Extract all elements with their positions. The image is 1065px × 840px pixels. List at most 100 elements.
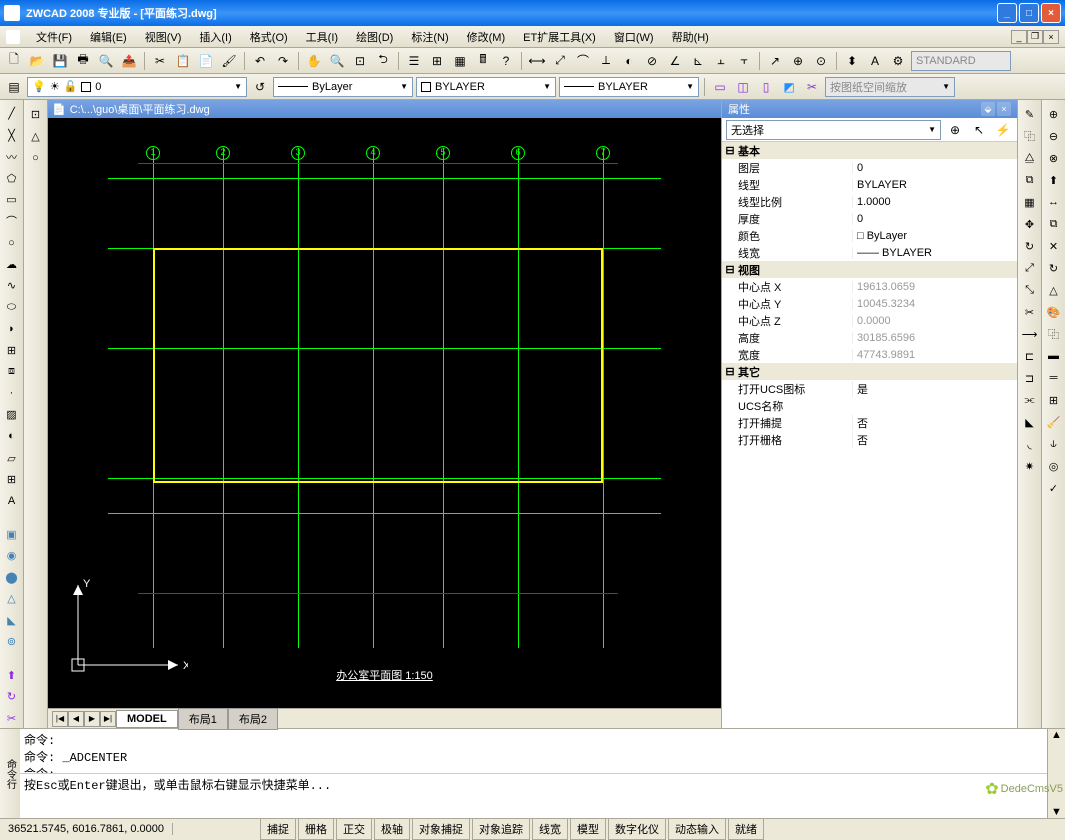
prop-color[interactable]: □ ByLayer — [852, 230, 1017, 242]
properties-titlebar[interactable]: 属性 ⬙ × — [722, 100, 1017, 118]
rotate-icon[interactable]: ↻ — [1020, 236, 1040, 256]
chamfer-icon[interactable]: ◣ — [1020, 412, 1040, 432]
pan-icon[interactable]: ✋ — [304, 51, 324, 71]
layer-dropdown[interactable]: 💡 ☀ 🔓 0 ▼ — [27, 77, 247, 97]
offsetface-icon[interactable]: ⧉ — [1044, 214, 1064, 234]
rectangle-icon[interactable]: ▭ — [2, 190, 22, 210]
scale-icon[interactable]: ⤢ — [1020, 258, 1040, 278]
box-icon[interactable]: ▣ — [2, 525, 22, 545]
separate-icon[interactable]: ⫝ — [1044, 434, 1064, 454]
cut-icon[interactable]: ✂ — [150, 51, 170, 71]
dimedit-icon[interactable]: ⬍ — [842, 51, 862, 71]
array-icon[interactable]: ▦ — [1020, 192, 1040, 212]
maximize-button[interactable]: □ — [1019, 3, 1039, 23]
dim-quick-icon[interactable]: ⊾ — [688, 51, 708, 71]
insert-icon[interactable]: ⊞ — [2, 341, 22, 361]
menu-et[interactable]: ET扩展工具(X) — [515, 27, 604, 47]
break2-icon[interactable]: ⊐ — [1020, 368, 1040, 388]
fillet-icon[interactable]: ◟ — [1020, 434, 1040, 454]
stretch-icon[interactable]: ⤡ — [1020, 280, 1040, 300]
lineweight-dropdown[interactable]: BYLAYER ▼ — [559, 77, 699, 97]
snap-toggle[interactable]: 捕捉 — [260, 818, 296, 840]
dim-style-dropdown[interactable] — [911, 51, 1011, 71]
menu-draw[interactable]: 绘图(D) — [348, 27, 401, 47]
subtract-icon[interactable]: ⊖ — [1044, 126, 1064, 146]
layer-prev-icon[interactable]: ↺ — [250, 77, 270, 97]
copy-icon[interactable]: 📋 — [173, 51, 193, 71]
arc-icon[interactable]: ⌒ — [2, 212, 22, 232]
child-minimize[interactable]: _ — [1011, 30, 1027, 44]
dim-ordinate-icon[interactable]: ⟂ — [596, 51, 616, 71]
dimtedit-icon[interactable]: A — [865, 51, 885, 71]
viewport-clip-icon[interactable]: ✂ — [802, 77, 822, 97]
prop-linetype[interactable]: BYLAYER — [852, 179, 1017, 191]
child-close[interactable]: × — [1043, 30, 1059, 44]
menu-insert[interactable]: 插入(I) — [191, 27, 239, 47]
cylinder-icon[interactable]: ⬤ — [2, 568, 22, 588]
copyface-icon[interactable]: ⿻ — [1044, 324, 1064, 344]
leader-icon[interactable]: ↗ — [765, 51, 785, 71]
adcenter-icon[interactable]: ⊞ — [427, 51, 447, 71]
prop-grid[interactable]: 否 — [852, 432, 1017, 448]
block-icon[interactable]: ⧈ — [2, 362, 22, 382]
cone-icon[interactable]: △ — [2, 589, 22, 609]
tab-first[interactable]: |◀ — [52, 711, 68, 727]
check-icon[interactable]: ✓ — [1044, 478, 1064, 498]
gradient-icon[interactable]: ◐ — [2, 427, 22, 447]
region-icon[interactable]: ▱ — [2, 448, 22, 468]
cmd-scroll-up[interactable]: ▲ — [1051, 729, 1062, 741]
prop-ltscale[interactable]: 1.0000 — [852, 196, 1017, 208]
linetype-dropdown[interactable]: ByLayer ▼ — [273, 77, 413, 97]
prop-snap[interactable]: 否 — [852, 415, 1017, 431]
zoom-win-icon[interactable]: ⊡ — [350, 51, 370, 71]
viewport-icon[interactable]: ▭ — [710, 77, 730, 97]
doc-icon[interactable] — [6, 30, 20, 44]
viewport2-icon[interactable]: ◫ — [733, 77, 753, 97]
rotateface-icon[interactable]: ↻ — [1044, 258, 1064, 278]
prop-lineweight[interactable]: —— BYLAYER — [852, 247, 1017, 259]
revolve-icon[interactable]: ↻ — [2, 687, 22, 707]
hatch-icon[interactable]: ▨ — [2, 405, 22, 425]
moveface-icon[interactable]: ↔ — [1044, 192, 1064, 212]
menu-view[interactable]: 视图(V) — [137, 27, 190, 47]
union-icon[interactable]: ⊕ — [1044, 104, 1064, 124]
tab-next[interactable]: ▶ — [84, 711, 100, 727]
dim-aligned-icon[interactable]: ⤢ — [550, 51, 570, 71]
tablet-toggle[interactable]: 数字化仪 — [608, 818, 666, 840]
undo-icon[interactable]: ↶ — [250, 51, 270, 71]
dyn-toggle[interactable]: 动态输入 — [668, 818, 726, 840]
menu-dimension[interactable]: 标注(N) — [403, 27, 456, 47]
model-toggle[interactable]: 模型 — [570, 818, 606, 840]
lwt-toggle[interactable]: 线宽 — [532, 818, 568, 840]
menu-modify[interactable]: 修改(M) — [459, 27, 514, 47]
tab-prev[interactable]: ◀ — [68, 711, 84, 727]
spline-icon[interactable]: ∿ — [2, 276, 22, 296]
preview-icon[interactable]: 🔍 — [96, 51, 116, 71]
zoom-rt-icon[interactable]: 🔍 — [327, 51, 347, 71]
osnap-toggle[interactable]: 对象捕捉 — [412, 818, 470, 840]
sphere-icon[interactable]: ◉ — [2, 546, 22, 566]
menu-window[interactable]: 窗口(W) — [606, 27, 662, 47]
minimize-button[interactable]: _ — [997, 3, 1017, 23]
toolpalettes-icon[interactable]: ▦ — [450, 51, 470, 71]
command-input[interactable]: 按Esc或Enter键退出，或单击鼠标右键显示快捷菜单... — [20, 773, 1047, 818]
dim-arc-icon[interactable]: ⌒ — [573, 51, 593, 71]
dim-linear-icon[interactable]: ⟷ — [527, 51, 547, 71]
copyedge-icon[interactable]: ═ — [1044, 368, 1064, 388]
imprint-icon[interactable]: ⊞ — [1044, 390, 1064, 410]
cmd-scroll-down[interactable]: ▼ — [1051, 806, 1062, 818]
group-basic[interactable]: 基本 — [738, 143, 760, 159]
viewport3-icon[interactable]: ▯ — [756, 77, 776, 97]
explode-icon[interactable]: ✷ — [1020, 456, 1040, 476]
copy2-icon[interactable]: ⿻ — [1020, 126, 1040, 146]
color-dropdown[interactable]: BYLAYER ▼ — [416, 77, 556, 97]
toggle-pai-icon[interactable]: ⊕ — [945, 120, 965, 140]
snap-cen-icon[interactable]: ○ — [26, 148, 46, 168]
menu-tools[interactable]: 工具(I) — [298, 27, 346, 47]
offset-icon[interactable]: ⧉ — [1020, 170, 1040, 190]
shell-icon[interactable]: ◎ — [1044, 456, 1064, 476]
pline-icon[interactable]: 〰 — [2, 147, 22, 167]
snap-mid-icon[interactable]: △ — [26, 126, 46, 146]
deleteface-icon[interactable]: ✕ — [1044, 236, 1064, 256]
xline-icon[interactable]: ╳ — [2, 126, 22, 146]
